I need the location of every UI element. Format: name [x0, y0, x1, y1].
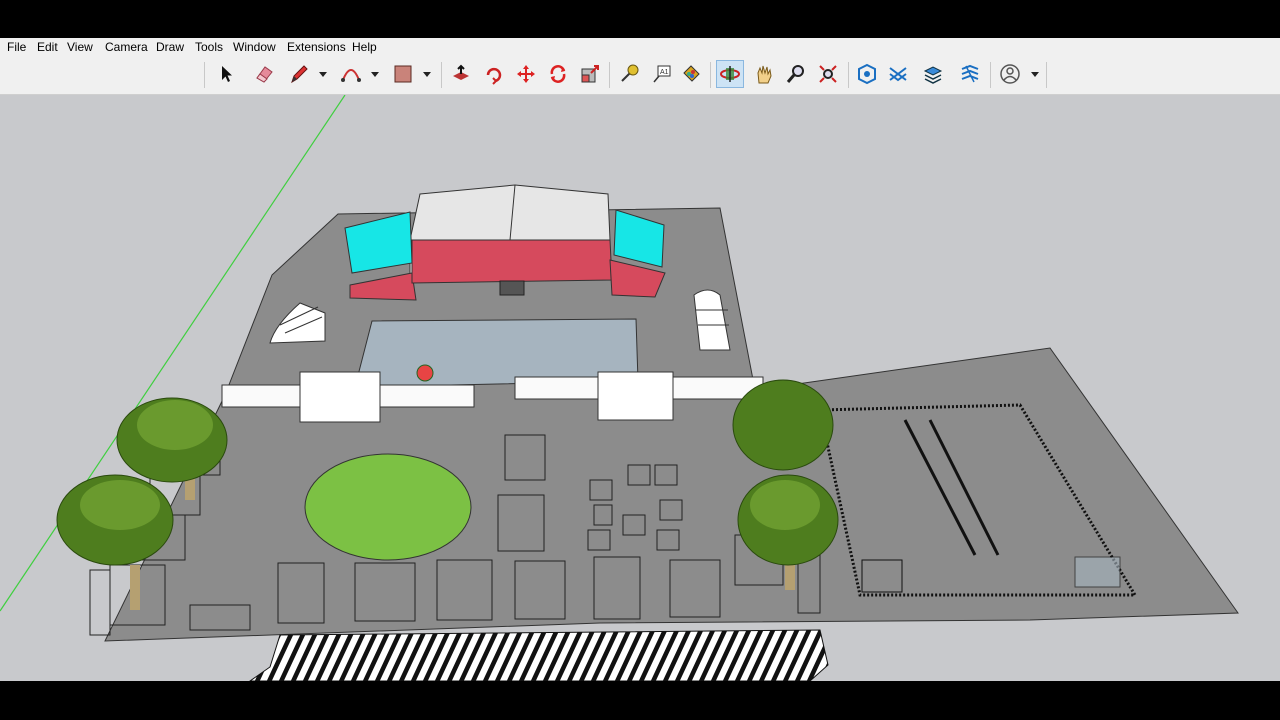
extension-warehouse-icon: [889, 67, 907, 82]
tape-measure-icon: [621, 64, 639, 82]
zoom-icon: [786, 65, 804, 83]
toolbar-separator: [1046, 62, 1047, 88]
push-pull-icon: [453, 64, 469, 80]
layout-icon: [923, 66, 943, 84]
bottom-grates: [249, 629, 829, 681]
person-marker: [416, 364, 434, 382]
menu-window[interactable]: Window: [233, 40, 276, 54]
pan-tool-button[interactable]: [750, 60, 778, 88]
rotate-tool-button[interactable]: [480, 60, 508, 88]
account-button[interactable]: [996, 60, 1024, 88]
scale-tool-button[interactable]: [576, 60, 604, 88]
pencil-icon: [291, 65, 308, 84]
chevron-down-icon[interactable]: [1030, 69, 1040, 79]
lawn-circle: [304, 453, 472, 561]
toolbar-separator: [848, 62, 849, 88]
menu-camera[interactable]: Camera: [105, 40, 148, 54]
sandbox-button[interactable]: [956, 60, 984, 88]
follow-me-icon: [550, 65, 566, 83]
push-pull-tool-button[interactable]: [447, 60, 475, 88]
chevron-down-icon[interactable]: [318, 69, 328, 79]
stage: [344, 184, 666, 301]
arc-tool-button[interactable]: [337, 60, 365, 88]
rectangle-tool-button[interactable]: [389, 60, 417, 88]
menu-help[interactable]: Help: [352, 40, 377, 54]
warehouse-icon: [858, 63, 876, 85]
tape-measure-tool-button[interactable]: [615, 60, 643, 88]
chevron-down-icon[interactable]: [422, 69, 432, 79]
select-tool-button[interactable]: [212, 60, 240, 88]
ground-platform: [104, 207, 1239, 642]
menu-file[interactable]: File: [7, 40, 26, 54]
toolbar-separator: [609, 62, 610, 88]
menu-extensions[interactable]: Extensions: [287, 40, 346, 54]
select-icon: [222, 66, 232, 82]
arc-icon: [341, 69, 361, 82]
menu-draw[interactable]: Draw: [156, 40, 184, 54]
eraser-tool-button[interactable]: [250, 60, 278, 88]
pencil-tool-button[interactable]: [285, 60, 313, 88]
menu-edit[interactable]: Edit: [37, 40, 58, 54]
rotate-icon: [486, 67, 502, 85]
bottom-black-bar: [0, 681, 1280, 720]
eraser-icon: [256, 66, 273, 83]
main-toolbar: A1: [0, 56, 1280, 95]
text-tool-button[interactable]: A1: [648, 60, 676, 88]
move-icon: [517, 65, 535, 83]
text-icon: A1: [653, 65, 671, 83]
account-icon: [1000, 64, 1020, 84]
orbit-icon: [720, 66, 740, 82]
extension-warehouse-button[interactable]: [884, 60, 912, 88]
sandbox-icon: [961, 64, 979, 83]
follow-me-tool-button[interactable]: [544, 60, 572, 88]
warehouse-button[interactable]: [853, 60, 881, 88]
scene-drawing: [0, 95, 1239, 681]
paint-bucket-tool-button[interactable]: [677, 60, 705, 88]
zoom-extents-icon: [819, 65, 837, 83]
rectangle-icon: [394, 65, 412, 83]
sketchup-window: File Edit View Camera Draw Tools Window …: [0, 38, 1280, 681]
scale-icon: [581, 65, 599, 83]
menu-bar: File Edit View Camera Draw Tools Window …: [0, 38, 1280, 56]
top-black-bar: [0, 0, 1280, 38]
toolbar-separator: [710, 62, 711, 88]
zoom-extents-tool-button[interactable]: [814, 60, 842, 88]
toolbar-separator: [990, 62, 991, 88]
orbit-tool-button[interactable]: [716, 60, 744, 88]
toolbar-separator: [204, 62, 205, 88]
layout-button[interactable]: [919, 60, 947, 88]
menu-view[interactable]: View: [67, 40, 93, 54]
3d-viewport[interactable]: [0, 95, 1280, 681]
toolbar-separator: [441, 62, 442, 88]
pan-icon: [757, 65, 772, 84]
paint-bucket-icon: [683, 65, 700, 82]
menu-tools[interactable]: Tools: [195, 40, 223, 54]
zoom-tool-button[interactable]: [782, 60, 810, 88]
move-tool-button[interactable]: [512, 60, 540, 88]
svg-text:A1: A1: [660, 69, 669, 76]
chevron-down-icon[interactable]: [370, 69, 380, 79]
